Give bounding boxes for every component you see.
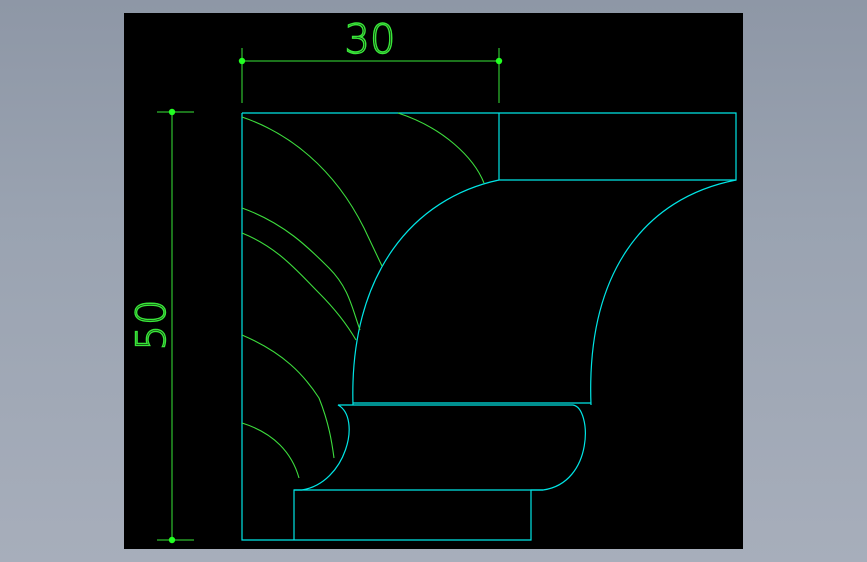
dim-height-text: 50 <box>129 300 175 351</box>
leaf-line-6 <box>241 422 300 479</box>
outline-echinus-curve-left <box>352 179 500 406</box>
leaf-line-4 <box>241 232 357 341</box>
outline-main-profile <box>241 113 586 541</box>
cad-drawing: 30 50 <box>128 16 737 544</box>
outline-top-block <box>242 112 737 181</box>
grip-point-width-right[interactable] <box>495 57 503 65</box>
dim-width-text: 30 <box>345 17 396 63</box>
outline-echinus-curve-right <box>590 179 737 406</box>
grip-point-height-top[interactable] <box>168 108 176 116</box>
cad-viewport[interactable]: 30 50 <box>124 13 743 549</box>
leaf-line-3 <box>241 207 361 331</box>
leaf-line-2 <box>397 112 485 184</box>
grip-point-width-left[interactable] <box>238 57 246 65</box>
leaf-line-5 <box>241 334 335 459</box>
grip-point-height-bottom[interactable] <box>168 536 176 544</box>
